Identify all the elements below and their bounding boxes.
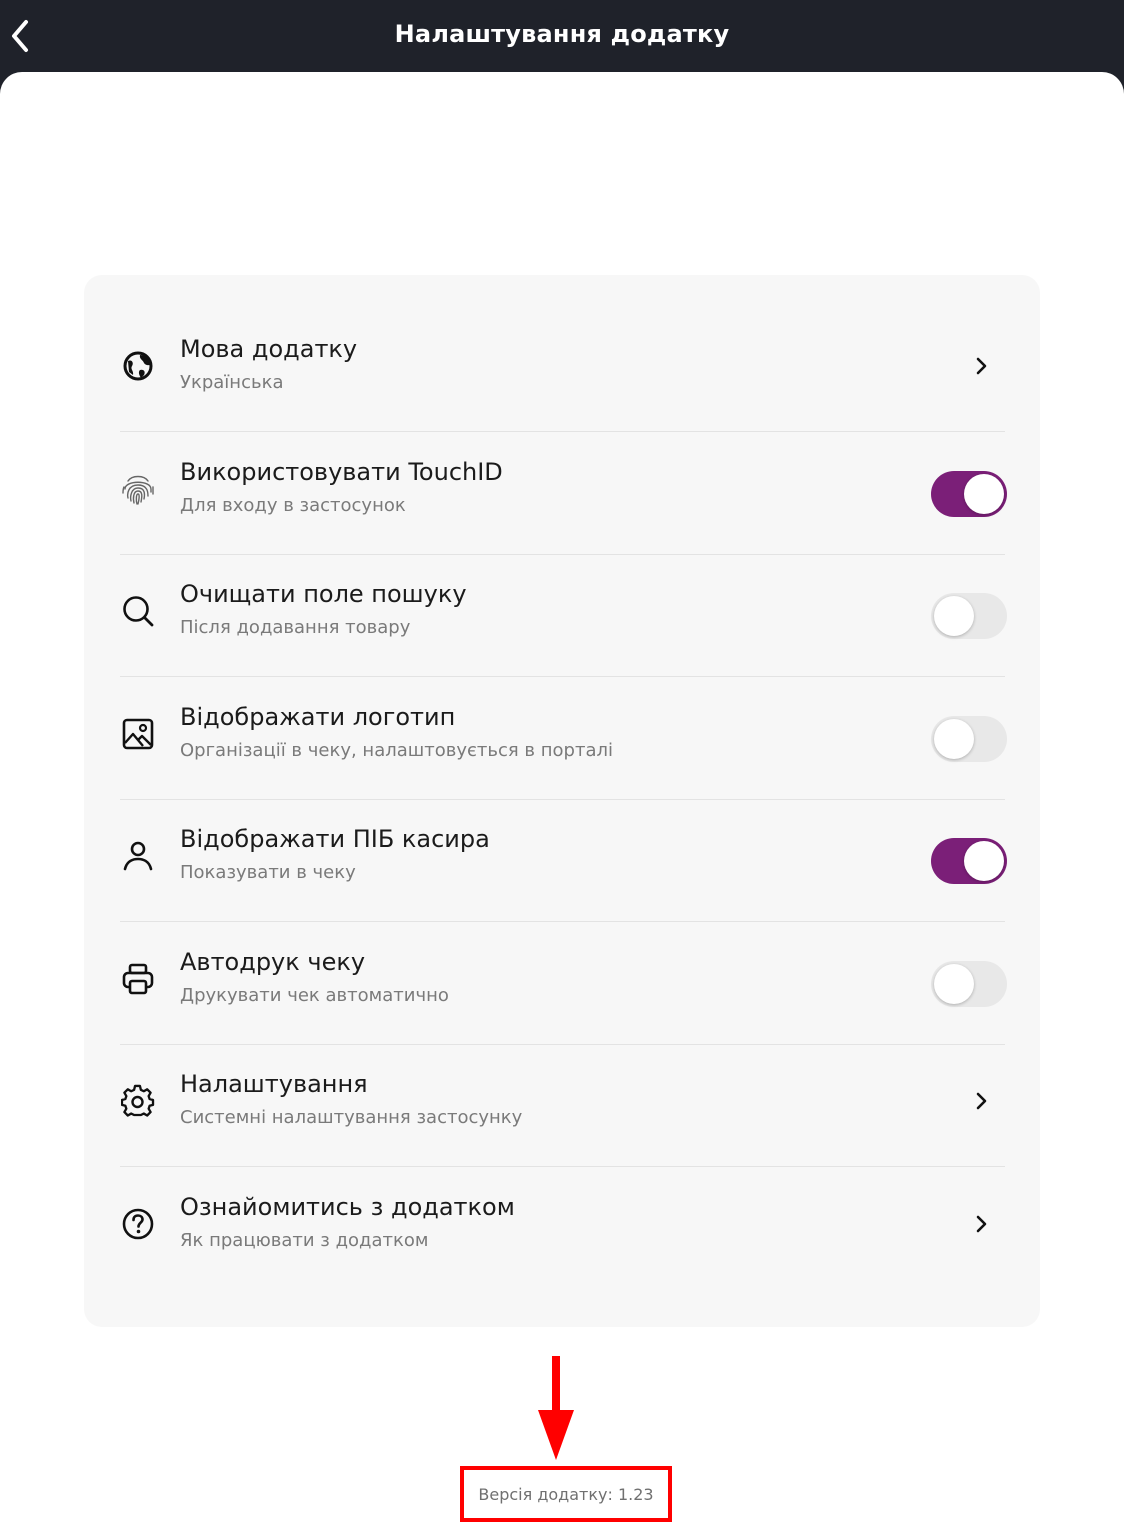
chevron-right-icon	[971, 1212, 991, 1236]
image-icon	[120, 716, 156, 752]
app-version: Версія додатку: 1.23	[478, 1484, 654, 1504]
setting-subtitle: Друкувати чек автоматично	[180, 985, 449, 1006]
fingerprint-icon	[120, 471, 156, 507]
setting-subtitle: Системні налаштування застосунку	[180, 1107, 523, 1128]
printer-icon	[120, 961, 156, 997]
content-sheet: Мова додатку Українська Використовувати …	[0, 72, 1124, 1528]
setting-subtitle: Українська	[180, 372, 284, 393]
setting-title: Використовувати TouchID	[180, 458, 503, 486]
chevron-right-icon	[971, 354, 991, 378]
setting-subtitle: Для входу в застосунок	[180, 495, 406, 516]
divider	[120, 431, 1005, 432]
setting-title: Відображати логотип	[180, 703, 456, 731]
setting-row-onboarding[interactable]: Ознайомитись з додатком Як працювати з д…	[120, 1168, 1005, 1290]
setting-title: Відображати ПІБ касира	[180, 825, 490, 853]
page-title: Налаштування додатку	[394, 20, 730, 48]
chevron-right-icon	[971, 1089, 991, 1113]
divider	[120, 1166, 1005, 1167]
setting-row-cashier-name: Відображати ПІБ касира Показувати в чеку	[120, 800, 1007, 922]
gear-icon	[120, 1083, 156, 1119]
setting-title: Ознайомитись з додатком	[180, 1193, 515, 1221]
setting-title: Автодрук чеку	[180, 948, 366, 976]
setting-title: Очищати поле пошуку	[180, 580, 467, 608]
version-highlight-box: Версія додатку: 1.23	[460, 1466, 672, 1522]
setting-subtitle: Після додавання товару	[180, 617, 411, 638]
setting-row-clear-search: Очищати поле пошуку Після додавання това…	[120, 555, 1007, 677]
toggle-knob	[934, 964, 974, 1004]
toggle-knob	[964, 474, 1004, 514]
auto-print-toggle[interactable]	[931, 961, 1007, 1007]
settings-card: Мова додатку Українська Використовувати …	[84, 275, 1040, 1327]
setting-row-logo: Відображати логотип Організації в чеку, …	[120, 678, 1007, 800]
globe-icon	[120, 348, 156, 384]
help-circle-icon	[120, 1206, 156, 1242]
setting-row-auto-print: Автодрук чеку Друкувати чек автоматично	[120, 923, 1007, 1045]
setting-row-language[interactable]: Мова додатку Українська	[120, 310, 1005, 432]
setting-title: Мова додатку	[180, 335, 358, 363]
clear-search-toggle[interactable]	[931, 593, 1007, 639]
toggle-knob	[934, 596, 974, 636]
toggle-knob	[964, 841, 1004, 881]
setting-row-touchid: Використовувати TouchID Для входу в заст…	[120, 433, 1007, 555]
setting-row-system-settings[interactable]: Налаштування Системні налаштування засто…	[120, 1045, 1005, 1167]
user-icon	[120, 838, 156, 874]
search-icon	[120, 593, 156, 629]
setting-title: Налаштування	[180, 1070, 368, 1098]
divider	[120, 921, 1005, 922]
top-bar: Налаштування додатку	[0, 0, 1124, 74]
toggle-knob	[934, 719, 974, 759]
cashier-name-toggle[interactable]	[931, 838, 1007, 884]
divider	[120, 676, 1005, 677]
setting-subtitle: Показувати в чеку	[180, 862, 356, 883]
setting-subtitle: Організації в чеку, налаштовується в пор…	[180, 740, 613, 761]
setting-subtitle: Як працювати з додатком	[180, 1230, 429, 1251]
touchid-toggle[interactable]	[931, 471, 1007, 517]
annotation-arrow	[538, 1356, 574, 1460]
logo-toggle[interactable]	[931, 716, 1007, 762]
